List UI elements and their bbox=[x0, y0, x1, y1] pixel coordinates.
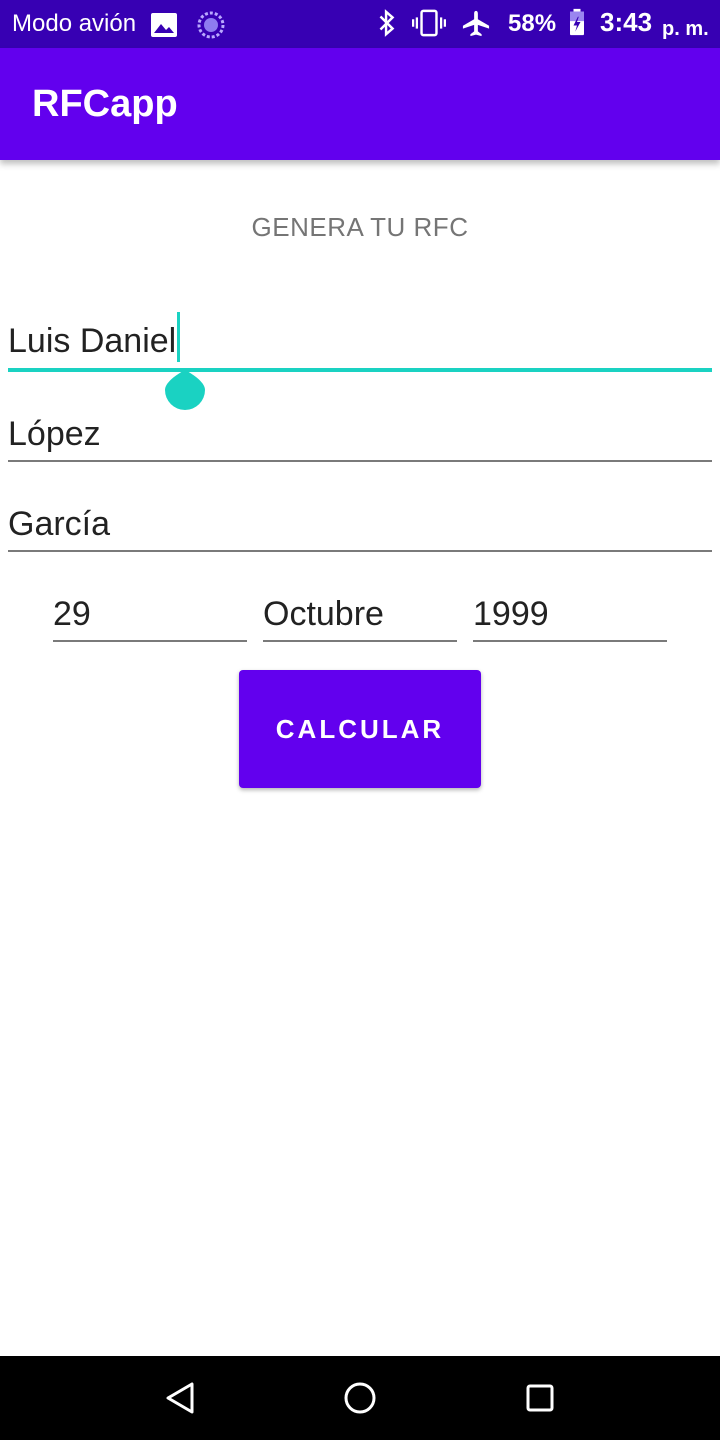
loading-icon bbox=[197, 11, 225, 39]
calcular-button[interactable]: CALCULAR bbox=[239, 670, 481, 788]
dia-value: 29 bbox=[53, 595, 91, 633]
home-icon[interactable] bbox=[338, 1376, 382, 1420]
anio-value: 1999 bbox=[473, 595, 549, 633]
clock-ampm: p. m. bbox=[662, 18, 709, 40]
apellido-materno-input[interactable]: García bbox=[8, 486, 712, 552]
recent-apps-icon[interactable] bbox=[518, 1376, 562, 1420]
app-bar: RFCapp bbox=[0, 48, 720, 160]
battery-percent: 58% bbox=[508, 10, 557, 37]
text-cursor bbox=[177, 312, 181, 362]
battery-icon bbox=[570, 8, 584, 36]
nombre-value: Luis Daniel bbox=[8, 312, 181, 362]
apellido-materno-value: García bbox=[8, 505, 111, 543]
app-title: RFCapp bbox=[32, 83, 178, 125]
clock: 3:43 bbox=[600, 7, 653, 37]
navigation-bar bbox=[0, 1356, 720, 1440]
nombre-input[interactable]: Luis Daniel bbox=[8, 304, 712, 372]
apellido-paterno-value: López bbox=[8, 415, 101, 453]
anio-input[interactable]: 1999 bbox=[473, 578, 667, 642]
dia-input[interactable]: 29 bbox=[53, 578, 247, 642]
screen: Modo avión 58% 3:43 p. m. RFCapp GENERA … bbox=[0, 0, 720, 1440]
airplane-mode-text: Modo avión bbox=[12, 10, 137, 37]
back-icon[interactable] bbox=[158, 1376, 202, 1420]
bluetooth-icon bbox=[379, 9, 395, 37]
vibrate-icon bbox=[412, 9, 446, 37]
apellido-paterno-input[interactable]: López bbox=[8, 396, 712, 462]
mes-input[interactable]: Octubre bbox=[263, 578, 457, 642]
status-bar: Modo avión 58% 3:43 p. m. bbox=[0, 0, 720, 48]
nombre-text: Luis Daniel bbox=[8, 322, 177, 360]
mes-value: Octubre bbox=[263, 595, 384, 633]
airplane-icon bbox=[462, 10, 490, 37]
image-icon bbox=[151, 13, 177, 37]
page-subtitle: GENERA TU RFC bbox=[251, 212, 469, 242]
